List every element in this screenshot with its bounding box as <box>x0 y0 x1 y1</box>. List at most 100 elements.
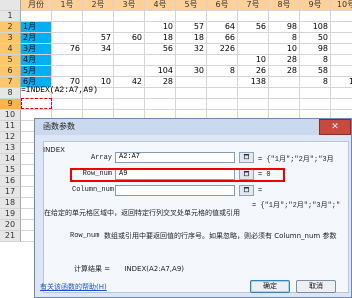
row-header[interactable]: 12 <box>0 132 21 143</box>
sheet-cell[interactable]: 10 <box>331 77 352 88</box>
sheet-cell[interactable] <box>83 11 114 22</box>
sheet-cell[interactable]: 10 <box>238 55 269 66</box>
sheet-cell[interactable] <box>331 44 352 55</box>
sheet-cell[interactable]: 4月 <box>21 55 52 66</box>
sheet-cell[interactable] <box>238 11 269 22</box>
sheet-cell[interactable] <box>238 88 269 99</box>
sheet-cell[interactable] <box>176 11 207 22</box>
sheet-cell[interactable] <box>238 44 269 55</box>
sheet-cell[interactable] <box>145 88 176 99</box>
row-header[interactable]: 3 <box>0 33 21 44</box>
sheet-cell[interactable]: 10 <box>145 22 176 33</box>
sheet-cell[interactable]: 30 <box>176 66 207 77</box>
sheet-cell[interactable]: 34 <box>83 44 114 55</box>
sheet-cell[interactable]: 50 <box>300 33 331 44</box>
column-num-input[interactable] <box>115 185 235 196</box>
sheet-cell[interactable] <box>52 33 83 44</box>
column-header[interactable]: 5号 <box>176 0 207 11</box>
sheet-cell[interactable]: 18 <box>176 33 207 44</box>
sheet-cell[interactable] <box>145 55 176 66</box>
help-link[interactable]: 有关该函数的帮助(H) <box>40 282 107 292</box>
collapse-ref-icon[interactable]: 🗖 <box>239 185 254 196</box>
sheet-cell[interactable]: 28 <box>269 55 300 66</box>
select-all-corner[interactable] <box>0 0 21 11</box>
sheet-cell[interactable]: 8 <box>300 55 331 66</box>
sheet-cell[interactable]: 57 <box>176 22 207 33</box>
column-header[interactable]: 7号 <box>238 0 269 11</box>
sheet-cell[interactable]: 56 <box>238 22 269 33</box>
sheet-cell[interactable] <box>331 11 352 22</box>
sheet-cell[interactable] <box>114 44 145 55</box>
row-header[interactable]: 14 <box>0 154 21 165</box>
sheet-cell[interactable]: 2月 <box>21 33 52 44</box>
row-header[interactable]: 2 <box>0 22 21 33</box>
sheet-cell[interactable] <box>269 77 300 88</box>
sheet-cell[interactable]: 108 <box>300 22 331 33</box>
sheet-cell[interactable] <box>238 99 269 110</box>
sheet-cell[interactable] <box>300 99 331 110</box>
column-header[interactable]: 9号 <box>300 0 331 11</box>
cancel-button[interactable]: 取消 <box>296 280 336 293</box>
sheet-cell[interactable]: 26 <box>238 66 269 77</box>
sheet-cell[interactable] <box>269 99 300 110</box>
sheet-cell[interactable] <box>207 77 238 88</box>
column-header[interactable]: 4号 <box>145 0 176 11</box>
collapse-ref-icon[interactable]: 🗖 <box>239 152 254 163</box>
sheet-cell[interactable]: 57 <box>83 33 114 44</box>
ok-button[interactable]: 确定 <box>250 280 290 293</box>
sheet-cell[interactable]: 104 <box>145 66 176 77</box>
sheet-cell[interactable] <box>207 99 238 110</box>
sheet-cell[interactable] <box>331 88 352 99</box>
sheet-cell[interactable]: 226 <box>207 44 238 55</box>
column-header[interactable]: 10号 <box>331 0 352 11</box>
sheet-cell[interactable]: 8 <box>207 66 238 77</box>
row-header[interactable]: 1 <box>0 11 21 22</box>
sheet-cell[interactable] <box>52 11 83 22</box>
column-header[interactable]: 3号 <box>114 0 145 11</box>
sheet-cell[interactable] <box>83 55 114 66</box>
sheet-cell[interactable] <box>114 22 145 33</box>
sheet-cell[interactable] <box>21 11 52 22</box>
sheet-cell[interactable] <box>207 11 238 22</box>
active-cell-a9[interactable] <box>21 98 52 109</box>
sheet-cell[interactable] <box>176 77 207 88</box>
sheet-cell[interactable] <box>83 22 114 33</box>
sheet-cell[interactable] <box>114 66 145 77</box>
row-header[interactable]: 17 <box>0 187 21 198</box>
sheet-cell[interactable] <box>114 55 145 66</box>
sheet-cell[interactable] <box>114 99 145 110</box>
sheet-cell[interactable] <box>52 22 83 33</box>
row-header[interactable]: 13 <box>0 143 21 154</box>
column-header[interactable]: 8号 <box>269 0 300 11</box>
sheet-cell[interactable] <box>331 66 352 77</box>
sheet-cell[interactable]: 32 <box>176 44 207 55</box>
row-header[interactable]: 8 <box>0 88 21 99</box>
sheet-cell[interactable]: 138 <box>238 77 269 88</box>
column-header[interactable]: 1号 <box>52 0 83 11</box>
sheet-cell[interactable] <box>52 55 83 66</box>
sheet-cell[interactable]: 66 <box>207 33 238 44</box>
sheet-cell[interactable] <box>145 99 176 110</box>
row-header[interactable]: 16 <box>0 176 21 187</box>
sheet-cell[interactable] <box>114 11 145 22</box>
sheet-cell[interactable]: 28 <box>145 77 176 88</box>
sheet-cell[interactable] <box>145 11 176 22</box>
sheet-cell[interactable] <box>300 11 331 22</box>
sheet-cell[interactable]: 18 <box>145 33 176 44</box>
sheet-cell[interactable]: 76 <box>52 44 83 55</box>
sheet-cell[interactable]: 58 <box>300 66 331 77</box>
sheet-cell[interactable]: 3月 <box>21 44 52 55</box>
row-header[interactable]: 9 <box>0 99 21 110</box>
row-header[interactable]: 10 <box>0 110 21 121</box>
sheet-cell[interactable] <box>83 99 114 110</box>
sheet-cell[interactable] <box>269 11 300 22</box>
sheet-cell[interactable] <box>238 33 269 44</box>
column-header[interactable]: 6号 <box>207 0 238 11</box>
row-header[interactable]: 15 <box>0 165 21 176</box>
row-header[interactable]: 6 <box>0 66 21 77</box>
row-header[interactable]: 18 <box>0 198 21 209</box>
row-header[interactable]: 21 <box>0 231 21 242</box>
sheet-cell[interactable] <box>331 55 352 66</box>
sheet-cell[interactable] <box>331 99 352 110</box>
sheet-cell[interactable] <box>331 33 352 44</box>
